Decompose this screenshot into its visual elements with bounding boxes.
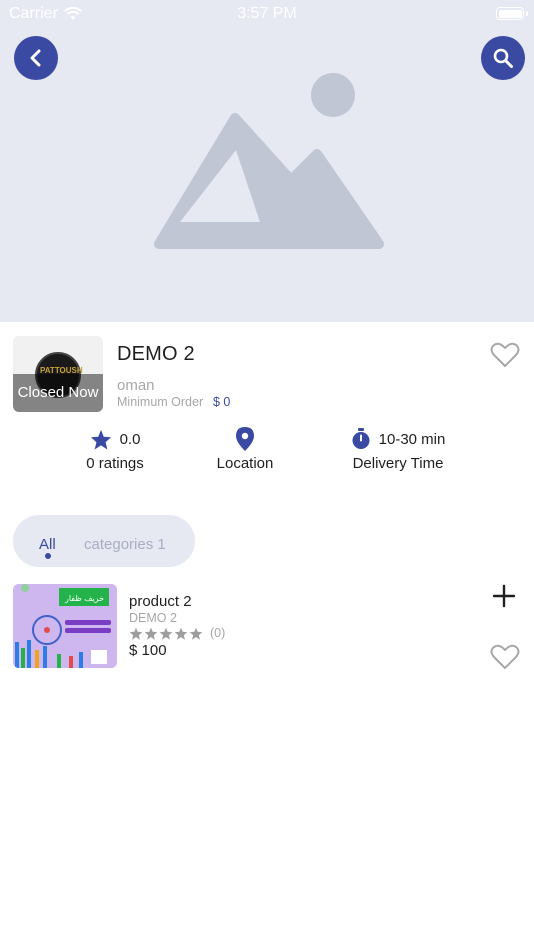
- product-image[interactable]: خريف ظفار: [13, 584, 117, 668]
- store-cover-image: [0, 0, 534, 322]
- store-name: DEMO 2: [117, 343, 195, 365]
- delivery-time-label: Delivery Time: [352, 455, 444, 472]
- star-icon: [189, 627, 203, 640]
- location-pin-icon: [236, 427, 254, 451]
- product-price: $ 100: [129, 642, 167, 659]
- product-name[interactable]: product 2: [129, 593, 192, 610]
- back-button[interactable]: [14, 36, 58, 80]
- ratings-count: 0 ratings: [86, 455, 144, 472]
- delivery-time-value: 10-30 min: [378, 430, 446, 448]
- tab-all[interactable]: All: [39, 536, 56, 553]
- product-banner-text: خريف ظفار: [64, 594, 104, 603]
- heart-icon[interactable]: [490, 342, 520, 368]
- closed-now-label: Closed Now: [17, 384, 99, 401]
- tab-categories-1[interactable]: categories 1: [84, 536, 166, 553]
- status-bar: Carrier 3:57 PM: [0, 0, 534, 28]
- star-icon: [174, 627, 188, 640]
- star-icon: [144, 627, 158, 640]
- star-icon: [90, 429, 111, 450]
- star-icon: [129, 627, 143, 640]
- store-logo-image: PATTOUSH Closed Now: [13, 336, 103, 412]
- rating-value: 0.0: [119, 430, 141, 448]
- minimum-order-label: Minimum Order: [117, 395, 204, 409]
- store-city: oman: [117, 377, 155, 394]
- product-rating: (0): [129, 626, 225, 640]
- active-tab-indicator: [45, 553, 51, 559]
- product-banner-graphic: خريف ظفار: [13, 584, 117, 668]
- status-time: 3:57 PM: [237, 5, 297, 22]
- search-icon: [493, 48, 513, 68]
- chevron-left-icon: [30, 49, 41, 67]
- image-placeholder-icon: [154, 73, 384, 249]
- delivery-time-stat: 10-30 min Delivery Time: [338, 427, 458, 472]
- add-to-cart-icon[interactable]: [492, 584, 516, 608]
- search-button[interactable]: [481, 36, 525, 80]
- rating-stat: 0.0 0 ratings: [70, 427, 160, 472]
- heart-icon[interactable]: [490, 644, 520, 670]
- product-store-name: DEMO 2: [129, 611, 177, 625]
- battery-icon: [496, 7, 528, 20]
- location-stat[interactable]: Location: [200, 427, 290, 472]
- location-label: Location: [216, 455, 274, 472]
- product-review-count: (0): [210, 626, 226, 640]
- minimum-order-value: $ 0: [213, 395, 231, 409]
- stopwatch-icon: [352, 428, 370, 449]
- category-tabs: All categories 1: [13, 515, 195, 567]
- star-icon: [159, 627, 173, 640]
